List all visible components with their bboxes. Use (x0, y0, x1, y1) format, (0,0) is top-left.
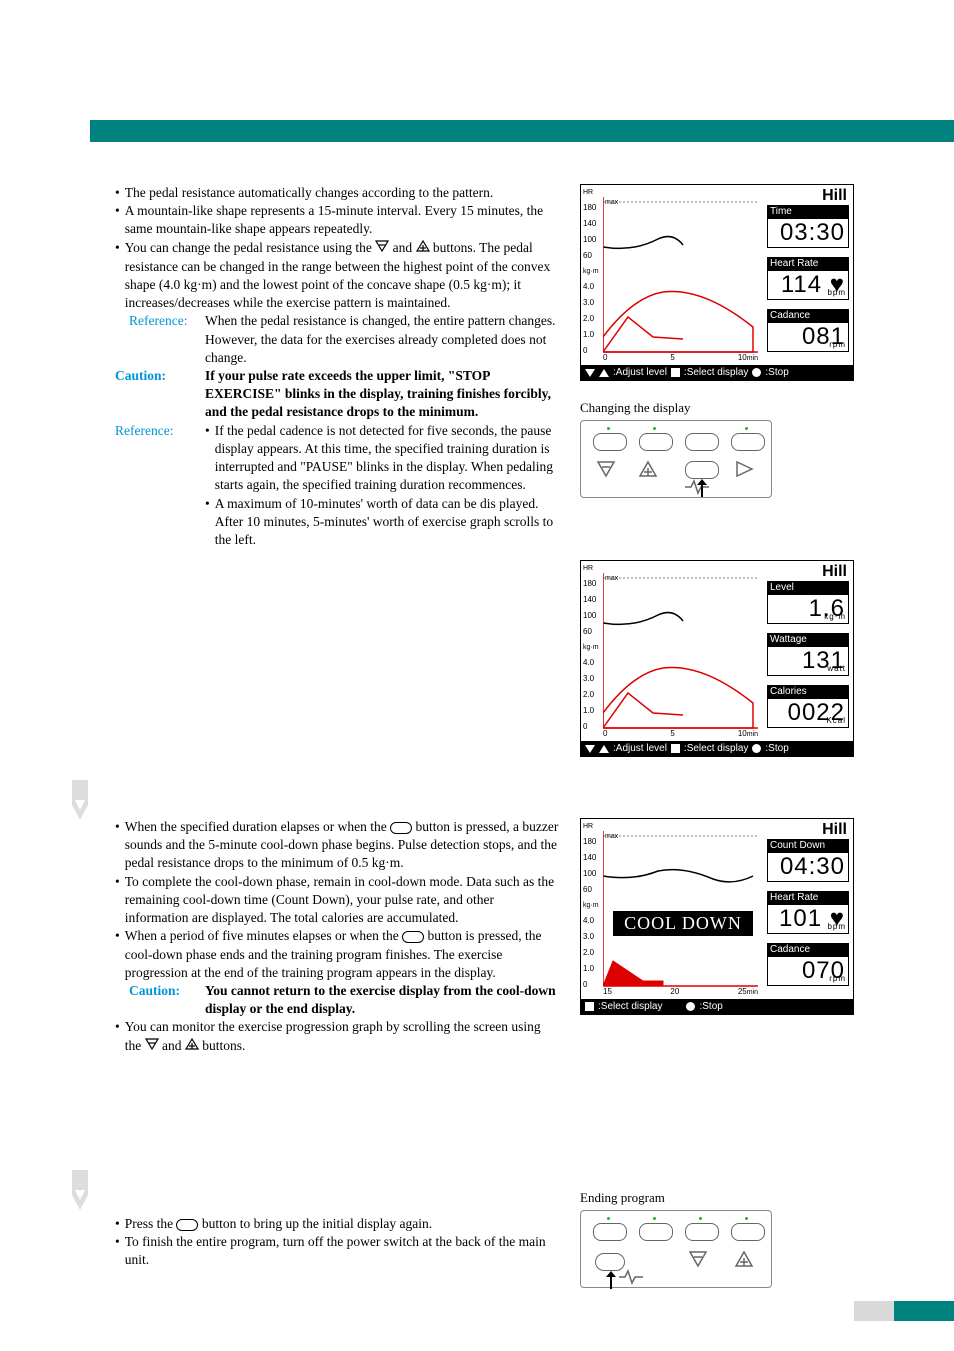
caution-body-2: You cannot return to the exercise displa… (205, 982, 560, 1018)
stat-hr-value: 101 ♥bpm (767, 904, 849, 934)
plus-triangle-icon (416, 239, 430, 257)
stat-wattage-label: Wattage (767, 633, 849, 646)
square-icon (671, 368, 680, 377)
stat-calories-label: Calories (767, 685, 849, 698)
s3-b2: To finish the entire program, turn off t… (125, 1233, 560, 1269)
panel-button[interactable] (639, 433, 673, 451)
pulse-icon (617, 1269, 647, 1285)
reference-label-2: Reference: (115, 422, 205, 495)
section-2-text: • When the specified duration elapses or… (115, 818, 560, 1056)
mode-label: Hill (822, 187, 847, 205)
stat-hr-label: Heart Rate (767, 257, 849, 270)
stat-wattage-value: 131watt (767, 646, 849, 676)
exercise-graph (603, 573, 763, 733)
stat-countdown-label: Count Down (767, 839, 849, 852)
stat-hr-label: Heart Rate (767, 891, 849, 904)
panel-button[interactable] (731, 433, 765, 451)
x-axis: 0510min (603, 353, 758, 362)
ref2-b2: A maximum of 10-minutes' worth of data c… (215, 495, 560, 550)
s2-b1: When the specified duration elapses or w… (125, 818, 560, 873)
stat-countdown-value: 04:30 (767, 852, 849, 882)
s1-b3: You can change the pedal resistance usin… (125, 239, 560, 313)
caution-label: Caution: (115, 367, 205, 422)
circle-icon (686, 1002, 695, 1011)
mode-label: Hill (822, 821, 847, 839)
up-triangle-icon (599, 369, 609, 377)
panel-button[interactable] (639, 1223, 673, 1241)
square-icon (585, 1002, 594, 1011)
down-triangle-icon (585, 745, 595, 753)
display-panel-2: HR 180 140 100 60 kg·m 4.0 3.0 2.0 1.0 0… (580, 560, 854, 757)
panel-button[interactable] (685, 1223, 719, 1241)
arrow-indicator (603, 1271, 619, 1291)
s2-b4: You can monitor the exercise progression… (125, 1018, 560, 1055)
x-axis: 0510min (603, 729, 758, 738)
circle-icon (752, 744, 761, 753)
caption-ending-program: Ending program (580, 1190, 665, 1206)
status-bar-2: :Adjust level :Select display :Stop (581, 741, 853, 756)
panel-button[interactable] (593, 433, 627, 451)
s1-b2: A mountain-like shape represents a 15-mi… (125, 202, 560, 238)
flow-arrow-icon (70, 1170, 90, 1210)
section-3-text: • Press the button to bring up the initi… (115, 1215, 560, 1270)
stat-time-label: Time (767, 205, 849, 218)
round-button-icon (402, 931, 424, 943)
stat-hr-value: 114 ♥bpm (767, 270, 849, 300)
stat-level-value: 1.6kg·m (767, 594, 849, 624)
cool-down-overlay: COOL DOWN (613, 911, 753, 936)
minus-triangle-icon (145, 1037, 159, 1055)
stat-time-value: 03:30 (767, 218, 849, 248)
s2-b3: When a period of five minutes elapses or… (125, 927, 560, 982)
stat-cadence-label: Cadance (767, 943, 849, 956)
stat-cadence-value: 081rpm (767, 322, 849, 352)
reference-body: When the pedal resistance is changed, th… (205, 312, 560, 367)
caption-changing-display: Changing the display (580, 400, 691, 416)
flow-arrow-icon (70, 780, 90, 820)
stat-cadence-value: 070rpm (767, 956, 849, 986)
stat-level-label: Level (767, 581, 849, 594)
s2-b2: To complete the cool-down phase, remain … (125, 873, 560, 928)
up-triangle-icon (599, 745, 609, 753)
round-button-icon (176, 1219, 198, 1231)
reference-label: Reference: (129, 312, 205, 367)
plus-triangle-icon (185, 1037, 199, 1055)
header-accent-bar (90, 120, 954, 142)
s1-b1: The pedal resistance automatically chang… (125, 184, 493, 202)
x-axis: 152025min (603, 987, 758, 996)
arrow-indicator (694, 479, 710, 499)
display-panel-1: HR 180 140 100 60 kg·m 4.0 3.0 2.0 1.0 0… (580, 184, 854, 381)
square-icon (671, 744, 680, 753)
panel-button[interactable] (731, 1223, 765, 1241)
exercise-graph (603, 197, 763, 357)
footer-accent (894, 1301, 954, 1321)
down-button[interactable] (595, 459, 617, 479)
y-axis-hr: HR 180 140 100 60 kg·m 4.0 3.0 2.0 1.0 0 (583, 823, 599, 997)
stat-cadence-label: Cadance (767, 309, 849, 322)
footer-accent-light (854, 1301, 894, 1321)
y-axis-hr: HR 180 140 100 60 kg·m 4.0 3.0 2.0 1.0 0 (583, 189, 599, 363)
right-button[interactable] (733, 459, 755, 479)
y-axis-hr: HR 180 140 100 60 kg·m 4.0 3.0 2.0 1.0 0 (583, 565, 599, 739)
caution-body: If your pulse rate exceeds the upper lim… (205, 367, 560, 422)
button-panel-2 (580, 1210, 772, 1288)
stat-calories-value: 0022Kcal (767, 698, 849, 728)
up-button[interactable] (637, 459, 659, 479)
down-button[interactable] (687, 1249, 709, 1269)
circle-icon (752, 368, 761, 377)
minus-triangle-icon (375, 239, 389, 257)
ref2-b1: If the pedal cadence is not detected for… (215, 422, 560, 495)
panel-button[interactable] (685, 433, 719, 451)
button-panel-1 (580, 420, 772, 498)
up-button[interactable] (733, 1249, 755, 1269)
status-bar-3: :Select display :Stop (581, 999, 853, 1014)
round-button-icon (390, 822, 412, 834)
caution-label-2: Caution: (129, 982, 205, 1018)
mode-label: Hill (822, 563, 847, 581)
status-bar-1: :Adjust level :Select display :Stop (581, 365, 853, 380)
section-1-text: •The pedal resistance automatically chan… (115, 184, 560, 549)
display-panel-3: HR 180 140 100 60 kg·m 4.0 3.0 2.0 1.0 0… (580, 818, 854, 1015)
s3-b1: Press the button to bring up the initial… (125, 1215, 432, 1233)
panel-button[interactable] (593, 1223, 627, 1241)
down-triangle-icon (585, 369, 595, 377)
